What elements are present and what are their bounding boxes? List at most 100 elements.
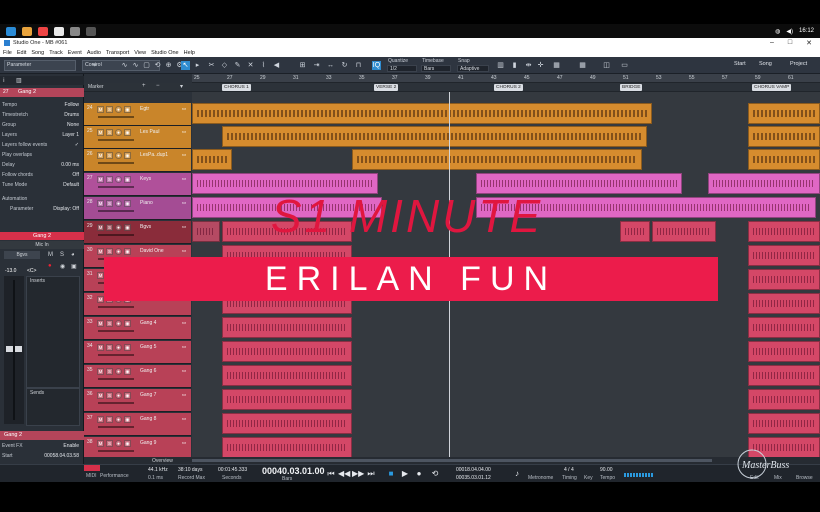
performance-label[interactable]: Performance: [100, 473, 129, 479]
clock[interactable]: 16:12: [799, 28, 814, 34]
rewind-to-start-icon[interactable]: ⏮: [326, 469, 336, 479]
audio-event[interactable]: [708, 173, 820, 194]
song-marker[interactable]: VERSE 2: [374, 84, 399, 91]
track-volume-slider[interactable]: [98, 210, 134, 212]
audio-event[interactable]: [222, 365, 352, 386]
mute-button[interactable]: M: [97, 129, 104, 136]
square-icon[interactable]: ▢: [142, 61, 151, 70]
follow-chords-row[interactable]: Follow chords Off: [2, 172, 82, 179]
folder-icon[interactable]: ▭: [181, 224, 187, 231]
track-name[interactable]: Egtr: [140, 106, 149, 112]
track-name[interactable]: Gang 8: [140, 416, 156, 422]
folder-icon[interactable]: ▭: [181, 176, 187, 183]
monitor-button[interactable]: ◉: [124, 224, 131, 231]
record-arm-button[interactable]: ●: [115, 392, 122, 399]
stop-icon[interactable]: ■: [386, 469, 396, 479]
audio-event[interactable]: [748, 103, 820, 124]
time-signature[interactable]: 4 / 4: [564, 467, 574, 473]
audio-event[interactable]: [222, 126, 647, 147]
mute-button[interactable]: M: [97, 440, 104, 447]
channel-name-bar[interactable]: Gang 2: [0, 232, 84, 240]
close-button[interactable]: ✕: [806, 39, 812, 47]
zoom-icon[interactable]: ⊞: [298, 61, 307, 70]
solo-button[interactable]: S: [106, 440, 113, 447]
record-arm-button[interactable]: ●: [115, 176, 122, 183]
sends-label[interactable]: Sends: [30, 390, 44, 396]
track-volume-slider[interactable]: [98, 330, 134, 332]
app-icon[interactable]: [70, 26, 80, 36]
grid-view-icon[interactable]: ▦: [552, 61, 561, 70]
solo-button[interactable]: S: [106, 368, 113, 375]
quantize-select[interactable]: 1/2: [387, 65, 417, 72]
audio-event[interactable]: [222, 389, 352, 410]
audio-event[interactable]: [748, 126, 820, 147]
mute-button[interactable]: M: [97, 320, 104, 327]
start-value[interactable]: 00058.04.03.58: [44, 453, 82, 460]
record-arm-button[interactable]: ●: [115, 320, 122, 327]
record-button[interactable]: ●: [48, 263, 52, 269]
curve-icon[interactable]: ∿: [131, 61, 140, 70]
window-icon[interactable]: ▭: [620, 61, 629, 70]
menu-transport[interactable]: Transport: [106, 50, 129, 56]
menu-edit[interactable]: Edit: [17, 50, 26, 56]
record-arm-button[interactable]: ●: [115, 200, 122, 207]
channel-edit-icon[interactable]: ▣: [71, 263, 77, 270]
monitor-button[interactable]: ◉: [124, 440, 131, 447]
inspector-track-header[interactable]: 27 Gang 2: [0, 88, 84, 97]
monitor-button[interactable]: ◉: [124, 344, 131, 351]
event-fx-row[interactable]: Event FX Enable: [2, 443, 82, 450]
audio-event[interactable]: [192, 149, 232, 170]
mute-button[interactable]: M: [97, 416, 104, 423]
record-arm-button[interactable]: ●: [115, 152, 122, 159]
start-page-button[interactable]: Start: [734, 61, 746, 67]
audio-event[interactable]: [192, 103, 652, 124]
record-arm-button[interactable]: ●: [115, 248, 122, 255]
add-marker-icon[interactable]: +: [142, 83, 146, 89]
audio-event[interactable]: [222, 341, 352, 362]
track-header[interactable]: 37 M S ● ◉ Gang 8 ▭: [84, 413, 191, 436]
pan-knob-icon[interactable]: ◕: [71, 252, 75, 258]
volume-icon[interactable]: ◀): [786, 28, 793, 35]
solo-button[interactable]: S: [60, 252, 64, 258]
bars-position[interactable]: 00040.03.01.00: [262, 466, 325, 476]
track-header[interactable]: 25 M S ● ◉ Les Paul ▭: [84, 126, 191, 149]
split-tool-icon[interactable]: ✂: [207, 61, 216, 70]
folder-icon[interactable]: ▭: [181, 440, 187, 447]
track-volume-slider[interactable]: [98, 354, 134, 356]
folder-icon[interactable]: ▭: [181, 248, 187, 255]
windows-icon[interactable]: [6, 26, 16, 36]
track-header[interactable]: 26 M S ● ◉ LesPa..dup1 ▭: [84, 149, 191, 172]
solo-button[interactable]: S: [106, 224, 113, 231]
mute-button[interactable]: M: [97, 368, 104, 375]
follow-chords-value[interactable]: Off: [72, 172, 82, 179]
monitor-button[interactable]: ◉: [124, 320, 131, 327]
file-explorer-icon[interactable]: [22, 26, 32, 36]
snap-select[interactable]: Adaptive: [457, 65, 489, 72]
info-icon[interactable]: ⅰ: [3, 77, 5, 84]
record-icon[interactable]: ●: [414, 469, 424, 479]
forward-to-end-icon[interactable]: ⏭: [366, 469, 376, 479]
solo-button[interactable]: S: [106, 320, 113, 327]
snap-icon[interactable]: ⊓: [354, 61, 363, 70]
audio-event[interactable]: [620, 221, 650, 242]
audio-event[interactable]: [748, 269, 820, 290]
audio-event[interactable]: [748, 149, 820, 170]
solo-button[interactable]: S: [106, 416, 113, 423]
solo-button[interactable]: S: [106, 106, 113, 113]
monitor-button[interactable]: ◉: [124, 152, 131, 159]
grid-view-icon[interactable]: ▦: [578, 61, 587, 70]
song-marker[interactable]: CHORUS 2: [494, 84, 523, 91]
layers-row[interactable]: Layers Layer 1: [2, 132, 82, 139]
monitor-button[interactable]: ◉: [124, 106, 131, 113]
folder-icon[interactable]: ▭: [181, 392, 187, 399]
audio-event[interactable]: [222, 413, 352, 434]
menu-help[interactable]: Help: [184, 50, 195, 56]
tune-mode-row[interactable]: Tune Mode Default: [2, 182, 82, 189]
automation-display-select[interactable]: Display: Off: [53, 206, 82, 213]
track-visibility-icon[interactable]: ▥: [16, 77, 22, 84]
chrome-icon[interactable]: [38, 26, 48, 36]
audio-event[interactable]: [652, 221, 716, 242]
track-volume-slider[interactable]: [98, 402, 134, 404]
folder-icon[interactable]: ▭: [181, 152, 187, 159]
track-header[interactable]: 29 M S ● ◉ Bgvs ▭: [84, 221, 191, 244]
